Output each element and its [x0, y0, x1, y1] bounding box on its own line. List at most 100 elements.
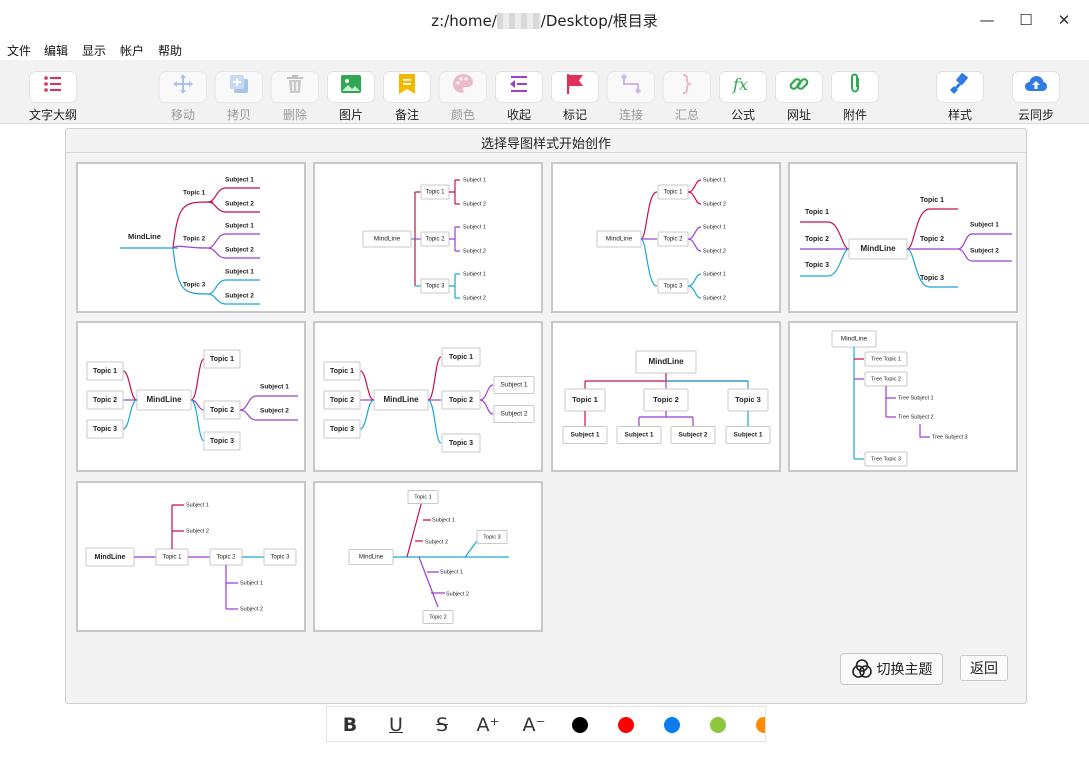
url-button[interactable]: 网址 [771, 69, 827, 123]
map-branch [638, 411, 694, 427]
cloud-sync-button[interactable]: 云同步 [1008, 69, 1064, 123]
bold-button[interactable]: B [338, 713, 362, 737]
map-label-root: MindLine [383, 395, 419, 404]
summary-button[interactable]: 汇总 [659, 69, 715, 123]
map-label-topic1: Topic 1 [210, 356, 234, 363]
map-label-subject1: Subject 1 [970, 222, 999, 229]
connect-label: 连接 [618, 108, 643, 122]
list-icon [30, 72, 76, 102]
image-button[interactable]: 图片 [323, 69, 379, 123]
mind-map-thumbnail: MindLine Topic 1 Topic 2 Topic 3 Subject 1 Su… [562, 350, 771, 444]
map-label-topic3: Topic 3 [210, 438, 234, 445]
map-label-topic2: Topic 2 [93, 397, 117, 404]
template-card-9[interactable]: MindLine Topic 1 Topic 2 Topic 3 Subject 1 Su… [76, 481, 306, 632]
mind-map-thumbnail: MindLine Topic 1 Subject 1 Subject 2 Topic 3… [348, 490, 509, 624]
connect-button[interactable]: 连接 [603, 69, 659, 123]
map-label-topic1: Topic 1 [425, 190, 445, 196]
map-branch [171, 504, 184, 549]
map-branch [427, 399, 442, 444]
map-label-subject2: Subject 2 [463, 201, 486, 207]
minimize-button[interactable]: — [975, 8, 999, 32]
map-label-subject1: Subject 1 [225, 269, 254, 276]
map-label-root: MindLine [359, 555, 384, 561]
formula-button[interactable]: fx 公式 [715, 69, 771, 123]
map-label-subject2: Subject 2 [225, 293, 254, 300]
mind-map-thumbnail: MindLine Tree Topic 1 Tree Topic 2 Tree Top… [831, 330, 968, 467]
template-card-10[interactable]: MindLine Topic 1 Subject 1 Subject 2 Topic 3… [313, 481, 543, 632]
map-label-topic2: Topic 2 [330, 397, 354, 404]
map-label-subject1: Subject 1 [734, 432, 763, 439]
map-label-subject2: Subject 2 [225, 247, 254, 254]
map-label-topic2: Topic 2 [216, 555, 236, 561]
menu-account[interactable]: 帐户 [120, 42, 144, 59]
font-grow-button[interactable]: A⁺ [476, 713, 500, 737]
map-label-topic3: Topic 3 [735, 395, 761, 404]
attach-button[interactable]: 附件 [827, 69, 883, 123]
map-label-topic2: Topic 2 [449, 397, 473, 404]
template-panel: 选择导图样式开始创作 Subject 1 Subject 2 Subject 1 Su… [65, 128, 1027, 704]
delete-button[interactable]: 删除 [267, 69, 323, 123]
menu-edit[interactable]: 编辑 [44, 42, 68, 59]
map-branch [427, 356, 442, 401]
outline-button[interactable]: 文字大纲 [25, 69, 81, 123]
flag-icon [552, 72, 598, 102]
move-button[interactable]: 移动 [155, 69, 211, 123]
style-button[interactable]: 样式 [932, 69, 988, 123]
map-label-tree_subject1: Tree Subject 1 [898, 395, 934, 401]
template-card-3[interactable]: MindLine Topic 1 Subject 1 Subject 2 Topic 2… [551, 162, 781, 313]
connect-icon [608, 72, 654, 102]
formula-icon: fx [720, 72, 766, 102]
back-button[interactable]: 返回 [960, 655, 1008, 681]
template-card-5[interactable]: MindLine Topic 1 Topic 2 Topic 3 Topic 1 Topi… [76, 321, 306, 472]
collapse-button[interactable]: 收起 [491, 69, 547, 123]
template-card-1[interactable]: Subject 1 Subject 2 Subject 1 Subject 2 Subj… [76, 162, 306, 313]
map-label-root: MindLine [374, 236, 401, 243]
map-label-subject1: Subject 1 [703, 177, 726, 183]
color-red-swatch[interactable] [618, 717, 634, 733]
template-card-4[interactable]: MindLine Topic 1 Topic 2 Topic 3 Topic 1 Topi… [788, 162, 1018, 313]
mark-button[interactable]: 标记 [547, 69, 603, 123]
color-black-swatch[interactable] [572, 717, 588, 733]
map-branch [687, 273, 702, 299]
map-label-tree_topic2: Tree Topic 2 [871, 376, 901, 382]
note-button[interactable]: 备注 [379, 69, 435, 123]
mark-label: 标记 [562, 108, 587, 122]
color-button[interactable]: 颜色 [435, 69, 491, 123]
map-label-subject2: Subject 2 [703, 295, 726, 301]
color-orange-swatch[interactable] [756, 717, 765, 733]
map-label-tree_topic1: Tree Topic 1 [871, 356, 901, 362]
map-label-topic1: Topic 1 [93, 368, 117, 375]
template-card-7[interactable]: MindLine Topic 1 Topic 2 Topic 3 Subject 1 Su… [551, 321, 781, 472]
underline-button[interactable]: U [384, 713, 408, 737]
menu-file[interactable]: 文件 [7, 42, 31, 59]
map-label-subject1: Subject 1 [260, 384, 289, 391]
copy-button[interactable]: 拷贝 [211, 69, 267, 123]
strikethrough-button[interactable]: S [430, 713, 454, 737]
menu-view[interactable]: 显示 [82, 42, 106, 59]
map-label-subject1: Subject 1 [225, 177, 254, 184]
font-shrink-button[interactable]: A⁻ [522, 713, 546, 737]
menu-help[interactable]: 帮助 [158, 42, 182, 59]
move-icon [160, 72, 206, 102]
map-label-topic2: Topic 2 [663, 237, 683, 243]
map-branch [640, 191, 658, 240]
map-branch [585, 373, 748, 382]
mind-map-thumbnail: MindLine Topic 1 Topic 2 Topic 3 Topic 1 Topi… [323, 347, 535, 453]
template-card-6[interactable]: MindLine Topic 1 Topic 2 Topic 3 Topic 1 Topi… [313, 321, 543, 472]
close-button[interactable]: ✕ [1052, 8, 1076, 32]
color-blue-swatch[interactable] [664, 717, 680, 733]
map-label-tree_subject3: Tree Subject 3 [932, 434, 968, 440]
template-card-2[interactable]: MindLine Topic 1 Subject 1 Subject 2 Topic 2… [313, 162, 543, 313]
template-card-8[interactable]: MindLine Tree Topic 1 Tree Topic 2 Tree Top… [788, 321, 1018, 472]
switch-theme-button[interactable]: 切换主题 [840, 653, 943, 685]
image-icon [328, 72, 374, 102]
map-label-subject2: Subject 2 [463, 248, 486, 254]
color-green-swatch[interactable] [710, 717, 726, 733]
map-label-subject2: Subject 2 [225, 201, 254, 208]
maximize-button[interactable]: ☐ [1014, 8, 1038, 32]
map-label-subject2: Subject 2 [260, 408, 289, 415]
theme-circles-icon [851, 659, 872, 678]
map-branch [906, 208, 958, 250]
image-label: 图片 [338, 108, 363, 122]
map-branch [449, 273, 460, 299]
